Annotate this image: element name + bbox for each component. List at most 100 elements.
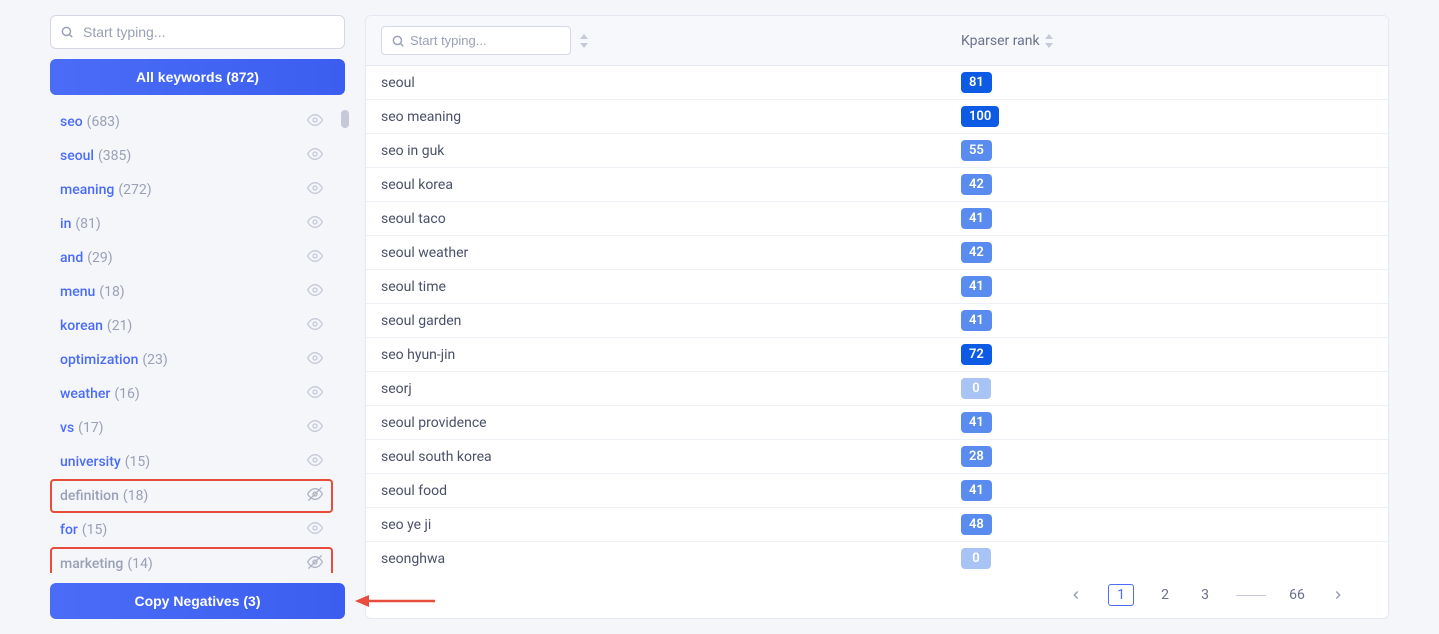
cell-keyword: seo hyun-jin [381, 347, 961, 363]
sort-icon[interactable] [579, 34, 589, 48]
search-icon [391, 34, 405, 48]
eye-icon[interactable] [307, 452, 323, 472]
pagination: 1 2 3 66 [366, 572, 1388, 618]
keyword-label: seoul (385) [60, 148, 131, 164]
table-row[interactable]: seoul taco41 [366, 202, 1388, 236]
eye-off-icon[interactable] [307, 486, 323, 506]
table-row[interactable]: seo ye ji48 [366, 508, 1388, 542]
eye-icon[interactable] [307, 112, 323, 132]
rank-badge: 41 [961, 412, 992, 433]
keyword-item[interactable]: seo (683) [50, 105, 333, 139]
eye-off-icon[interactable] [307, 554, 323, 573]
keyword-word: university [60, 454, 121, 470]
table-row[interactable]: seoul providence41 [366, 406, 1388, 440]
table-row[interactable]: seoul garden41 [366, 304, 1388, 338]
page-prev[interactable] [1066, 585, 1086, 605]
table-row[interactable]: seorj0 [366, 372, 1388, 406]
cell-rank: 42 [961, 174, 992, 195]
keyword-item[interactable]: for (15) [50, 513, 333, 547]
keyword-word: seo [60, 114, 83, 130]
eye-icon[interactable] [307, 214, 323, 234]
cell-rank: 81 [961, 72, 992, 93]
copy-negatives-button[interactable]: Copy Negatives (3) [50, 583, 345, 619]
keyword-count: (21) [107, 318, 132, 334]
keyword-item[interactable]: optimization (23) [50, 343, 333, 377]
cell-keyword: seo ye ji [381, 517, 961, 533]
keyword-count: (16) [114, 386, 139, 402]
keyword-count: (683) [87, 114, 120, 130]
eye-icon[interactable] [307, 180, 323, 200]
cell-keyword: seo in guk [381, 143, 961, 159]
keyword-item[interactable]: menu (18) [50, 275, 333, 309]
eye-icon[interactable] [307, 384, 323, 404]
eye-icon[interactable] [307, 350, 323, 370]
sort-icon[interactable] [1044, 34, 1054, 48]
cell-rank: 41 [961, 412, 992, 433]
keyword-label: vs (17) [60, 420, 104, 436]
table-search-input[interactable] [381, 26, 571, 55]
keyword-item[interactable]: in (81) [50, 207, 333, 241]
eye-icon[interactable] [307, 248, 323, 268]
keyword-word: vs [60, 420, 74, 436]
keyword-item[interactable]: marketing (14) [50, 547, 333, 573]
cell-keyword: seoul taco [381, 211, 961, 227]
sidebar-search-input[interactable] [50, 15, 345, 49]
keyword-count: (385) [98, 148, 131, 164]
keyword-item[interactable]: seoul (385) [50, 139, 333, 173]
eye-icon[interactable] [307, 316, 323, 336]
cell-keyword: seonghwa [381, 551, 961, 567]
eye-icon[interactable] [307, 520, 323, 540]
keyword-word: korean [60, 318, 103, 334]
keyword-label: korean (21) [60, 318, 132, 334]
sidebar-search-wrapper [50, 15, 345, 49]
cell-rank: 0 [961, 548, 991, 569]
table-row[interactable]: seoul korea42 [366, 168, 1388, 202]
table-row[interactable]: seo hyun-jin72 [366, 338, 1388, 372]
keyword-label: seo (683) [60, 114, 120, 130]
rank-badge: 55 [961, 140, 992, 161]
table-row[interactable]: seonghwa0 [366, 542, 1388, 572]
page-last[interactable]: 66 [1288, 587, 1306, 603]
keyword-word: meaning [60, 182, 114, 198]
table-row[interactable]: seoul81 [366, 66, 1388, 100]
table-row[interactable]: seoul food41 [366, 474, 1388, 508]
keyword-item[interactable]: korean (21) [50, 309, 333, 343]
keyword-label: weather (16) [60, 386, 140, 402]
page-number[interactable]: 1 [1108, 584, 1134, 606]
eye-icon[interactable] [307, 146, 323, 166]
scrollbar-thumb[interactable] [341, 110, 349, 128]
sidebar: All keywords (872) seo (683) seoul (385) m… [50, 15, 345, 619]
page-number[interactable]: 3 [1196, 587, 1214, 603]
eye-icon[interactable] [307, 282, 323, 302]
page-number[interactable]: 2 [1156, 587, 1174, 603]
rank-badge: 81 [961, 72, 992, 93]
keyword-item[interactable]: and (29) [50, 241, 333, 275]
rank-badge: 42 [961, 242, 992, 263]
cell-rank: 55 [961, 140, 992, 161]
rank-column-header[interactable]: Kparser rank [961, 33, 1054, 49]
table-row[interactable]: seo in guk55 [366, 134, 1388, 168]
keyword-item[interactable]: university (15) [50, 445, 333, 479]
page-next[interactable] [1328, 585, 1348, 605]
all-keywords-button[interactable]: All keywords (872) [50, 59, 345, 95]
rank-badge: 0 [961, 548, 991, 569]
cell-keyword: seoul food [381, 483, 961, 499]
table-row[interactable]: seo meaning100 [366, 100, 1388, 134]
keyword-item[interactable]: weather (16) [50, 377, 333, 411]
page-separator [1236, 595, 1266, 596]
keyword-count: (18) [99, 284, 124, 300]
keyword-word: seoul [60, 148, 94, 164]
table-row[interactable]: seoul weather42 [366, 236, 1388, 270]
cell-rank: 41 [961, 480, 992, 501]
rank-badge: 72 [961, 344, 992, 365]
table-row[interactable]: seoul south korea28 [366, 440, 1388, 474]
cell-rank: 41 [961, 276, 992, 297]
app-container: All keywords (872) seo (683) seoul (385) m… [0, 0, 1439, 634]
keyword-item[interactable]: vs (17) [50, 411, 333, 445]
eye-icon[interactable] [307, 418, 323, 438]
keyword-item[interactable]: definition (18) [50, 479, 333, 513]
keyword-item[interactable]: meaning (272) [50, 173, 333, 207]
table-row[interactable]: seoul time41 [366, 270, 1388, 304]
cell-keyword: seoul south korea [381, 449, 961, 465]
keyword-count: (23) [142, 352, 167, 368]
